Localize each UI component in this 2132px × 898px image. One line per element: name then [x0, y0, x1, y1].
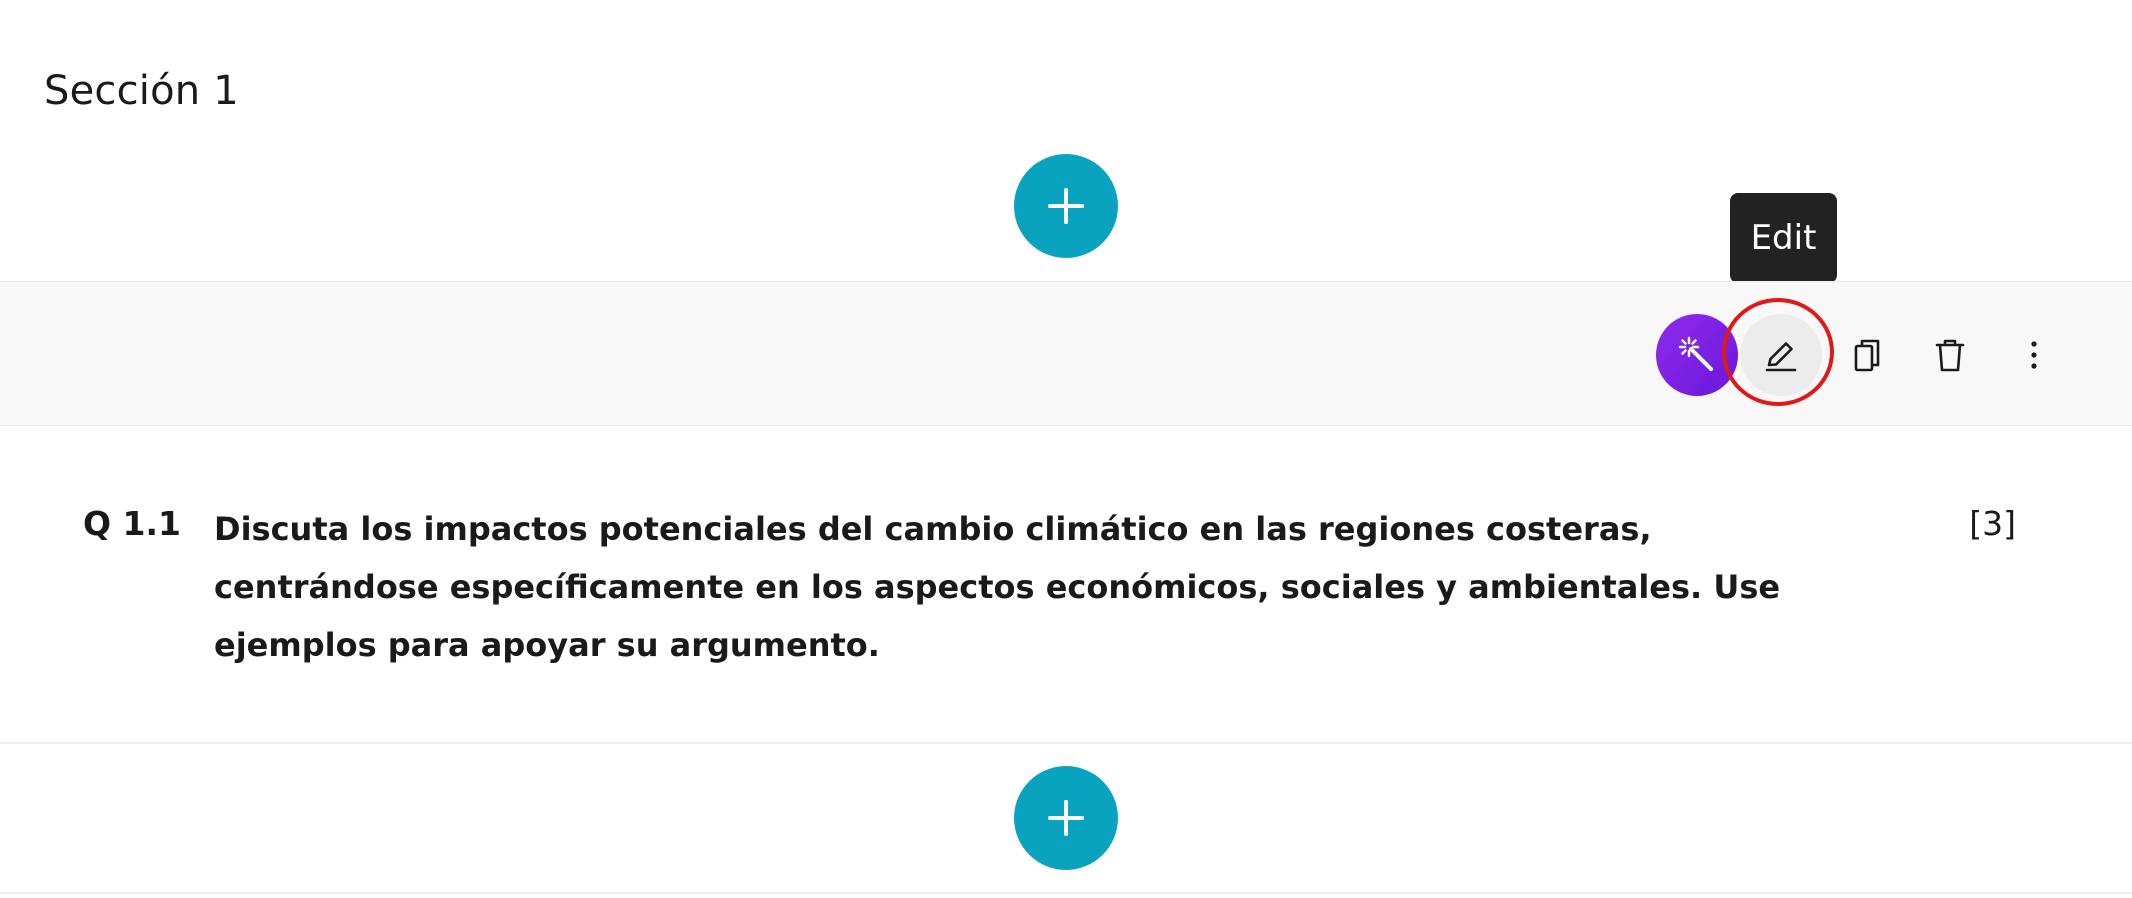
duplicate-button[interactable]: [1826, 314, 1908, 396]
add-question-button-bottom[interactable]: [1014, 766, 1118, 870]
magic-wand-icon: [1678, 336, 1713, 371]
plus-icon: [1048, 800, 1084, 836]
magic-wand-button[interactable]: [1656, 314, 1738, 396]
more-vertical-icon: [2031, 341, 2037, 369]
edit-tooltip: Edit: [1730, 193, 1837, 283]
question-number: Q 1.1: [83, 504, 182, 543]
question-card[interactable]: Q 1.1 Discuta los impactos potenciales d…: [0, 426, 2132, 744]
plus-icon: [1048, 188, 1084, 224]
delete-button[interactable]: [1909, 314, 1991, 396]
copy-icon: [1854, 339, 1880, 372]
section-title: Sección 1: [44, 68, 239, 114]
question-marks: [3]: [1969, 504, 2016, 543]
edit-button[interactable]: [1740, 314, 1822, 396]
trash-icon: [1935, 339, 1965, 372]
page: Sección 1 Edit Q 1.1 Discuta los impacto…: [0, 0, 2132, 898]
pencil-icon: [1765, 342, 1797, 372]
question-toolbar: [0, 281, 2132, 426]
question-text: Discuta los impactos potenciales del cam…: [214, 510, 1781, 664]
add-question-button-top[interactable]: [1014, 154, 1118, 258]
divider: [0, 892, 2132, 894]
more-options-button[interactable]: [1993, 314, 2075, 396]
